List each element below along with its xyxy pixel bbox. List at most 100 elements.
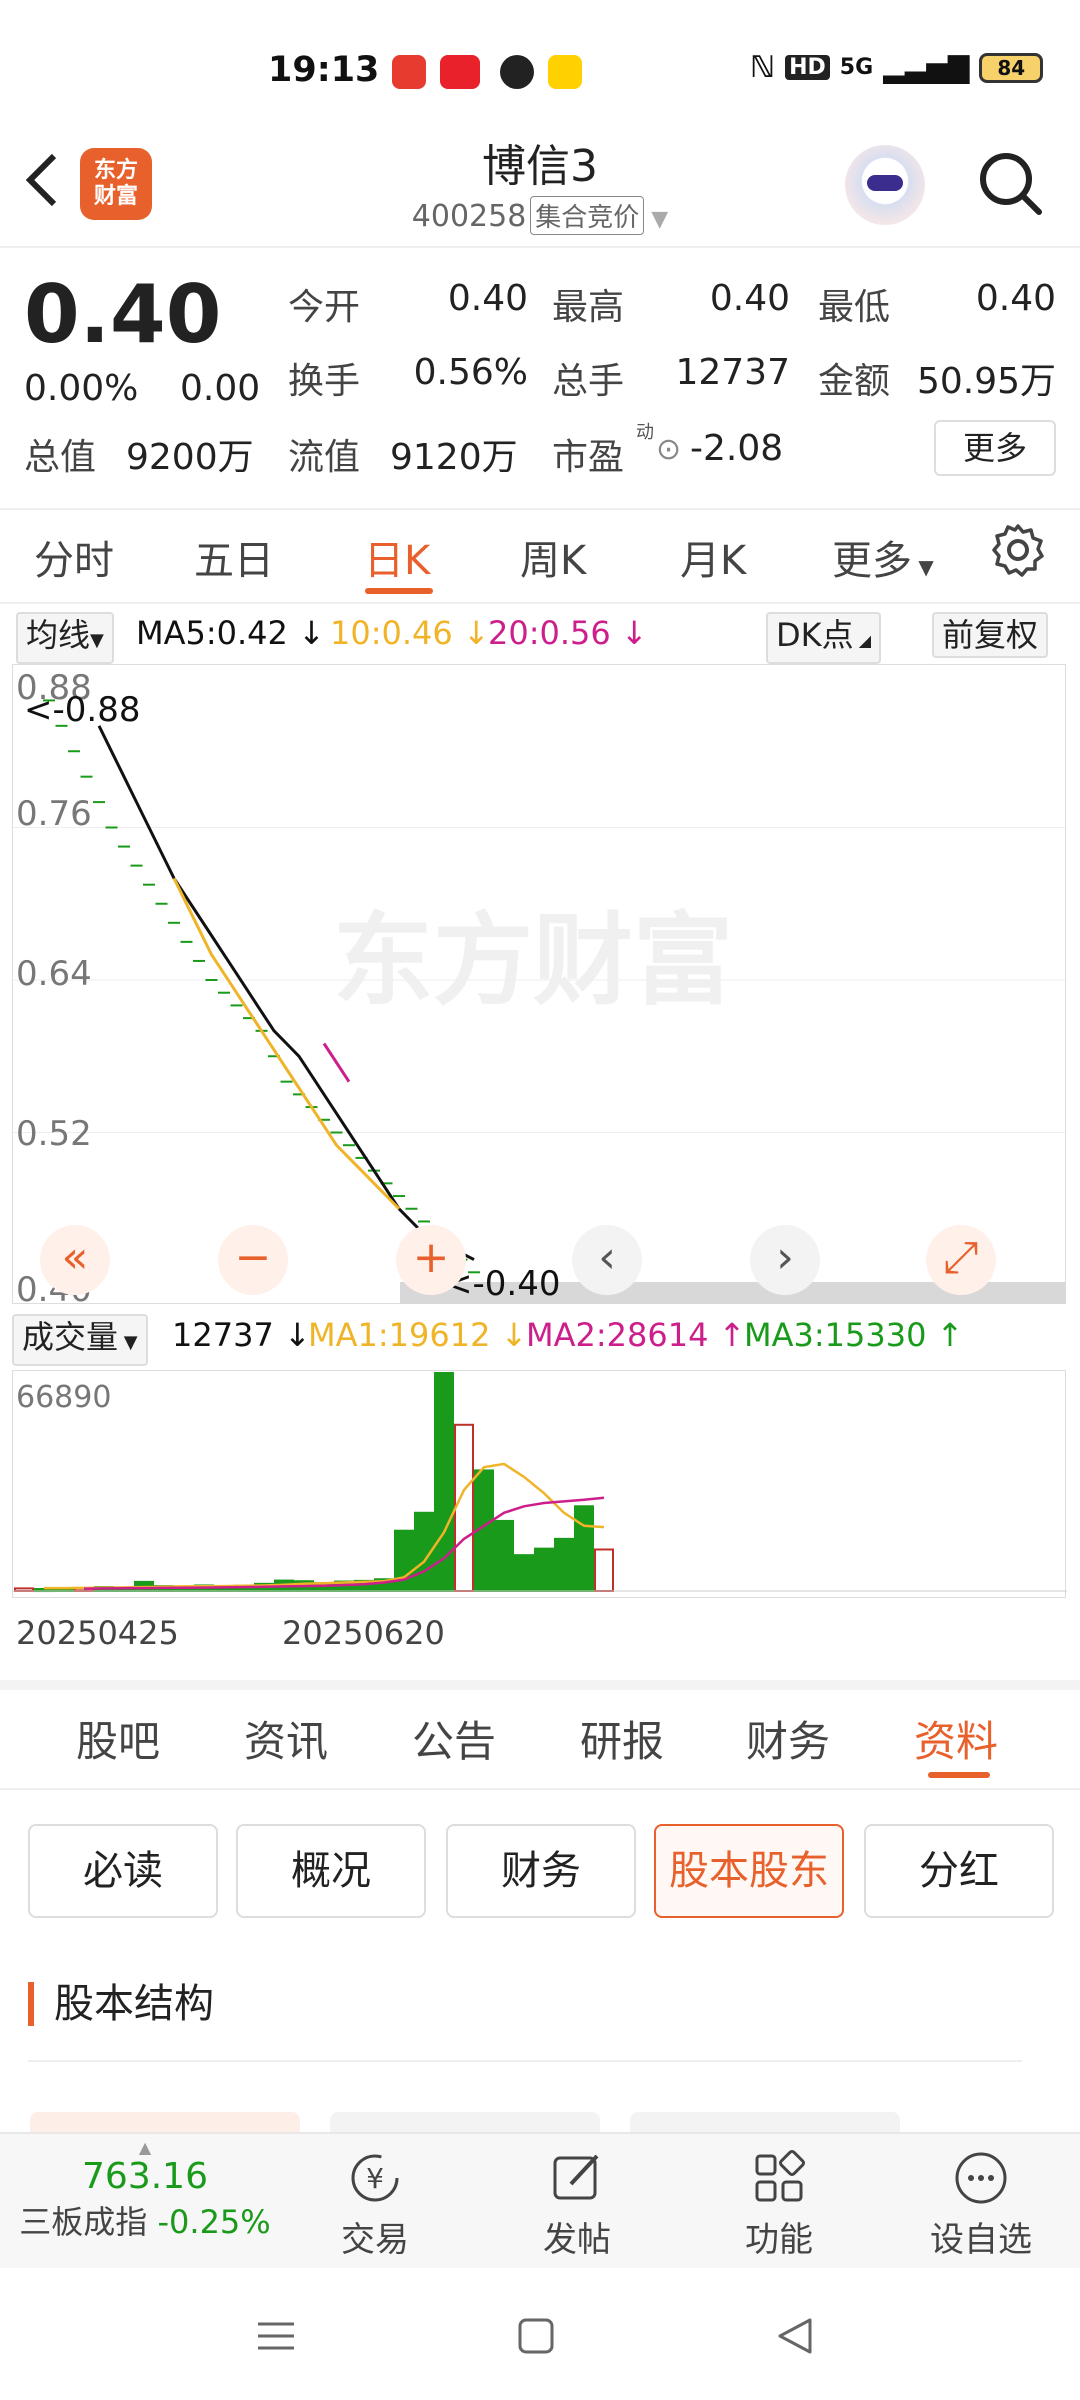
expand-icon: ⤢ <box>943 1232 979 1283</box>
eastmoney-logo[interactable]: 东方 财富 <box>80 148 152 220</box>
post-button[interactable]: 发帖 <box>512 2140 642 2261</box>
total-value: 9200万 <box>126 437 254 478</box>
double-left-icon: « <box>61 1232 89 1283</box>
vol-now-label: 12737 ↓ <box>172 1316 311 1354</box>
tab-more[interactable]: 更多 ▼ <box>832 528 934 586</box>
ma20-label: 20:0.56 ↓ <box>488 614 648 652</box>
zoom-in-button[interactable]: + <box>396 1225 466 1295</box>
turnover-label: 换手 <box>288 361 361 402</box>
status-right: ℕ HD 5G ▂▃▅▇ 84 <box>750 50 1044 85</box>
stock-title: 博信3 <box>482 141 598 192</box>
ma-selector-label: 均线 <box>26 616 91 654</box>
volume-max-label: 66890 <box>16 1380 112 1415</box>
total-value-label: 总值 <box>24 437 97 478</box>
caret-down-icon: ▼ <box>118 1332 138 1353</box>
tab-guba[interactable]: 股吧 <box>76 1708 160 1769</box>
more-quote-button[interactable]: 更多 <box>934 420 1056 476</box>
trade-button[interactable]: ¥ 交易 <box>310 2140 440 2261</box>
caret-up-icon: ▲ <box>138 2138 152 2157</box>
dk-point-button[interactable]: DK点 ◢ <box>766 612 882 664</box>
vol-now-value: 12737 <box>172 1316 274 1354</box>
tab-monthly-k[interactable]: 月K <box>680 528 746 586</box>
info-circle-icon[interactable]: ⊙ <box>656 432 681 467</box>
tab-profile[interactable]: 资料 <box>914 1708 998 1769</box>
tab-announcements[interactable]: 公告 <box>412 1708 496 1769</box>
volume-chart[interactable] <box>12 1370 1067 1598</box>
back-button[interactable] <box>20 148 70 218</box>
video-app-icon <box>392 55 426 89</box>
overview-button[interactable]: 概况 <box>236 1824 426 1918</box>
stock-code-line[interactable]: 400258 集合竞价 ▼ <box>340 196 740 235</box>
amount-label: 金额 <box>818 361 891 402</box>
y-tick-1: 0.76 <box>16 794 92 834</box>
card-tab-3 <box>630 2112 900 2132</box>
volume-bar <box>594 1548 614 1593</box>
logo-text-2: 财富 <box>93 184 138 209</box>
chevron-left-icon <box>25 153 57 207</box>
stock-code: 400258 <box>411 199 527 234</box>
add-watchlist-button[interactable]: 设自选 <box>916 2140 1046 2261</box>
tab-five-day[interactable]: 五日 <box>194 528 274 586</box>
y-tick-2: 0.64 <box>16 954 92 994</box>
fullscreen-button[interactable]: ⤢ <box>926 1225 996 1295</box>
nfc-icon: ℕ <box>750 50 776 85</box>
plus-icon: + <box>412 1232 450 1283</box>
yuan-icon: ¥ <box>351 2154 399 2202</box>
adjust-button[interactable]: 前复权 <box>932 612 1049 658</box>
index-value: 763.16 <box>82 2156 208 2197</box>
index-ticker[interactable]: ▲ 763.16 三板成指 -0.25% <box>0 2140 290 2243</box>
tab-weekly-k[interactable]: 周K <box>520 528 586 586</box>
finance-button[interactable]: 财务 <box>446 1824 636 1918</box>
back-nav-button[interactable] <box>774 2316 814 2360</box>
dividend-button[interactable]: 分红 <box>864 1824 1054 1918</box>
volume-selector[interactable]: 成交量 ▼ <box>12 1314 148 1366</box>
volume-bar <box>554 1537 574 1593</box>
change-value: 0.00 <box>180 368 261 409</box>
menu-icon <box>258 2322 294 2350</box>
home-nav-button[interactable] <box>516 2316 556 2360</box>
tab-more-label: 更多 <box>832 538 912 584</box>
assistant-robot-icon[interactable] <box>845 145 925 225</box>
ma5-value: MA5:0.42 <box>136 614 288 652</box>
change-pct: 0.00% <box>24 368 139 409</box>
settings-button[interactable] <box>990 522 1046 578</box>
zoom-out-button[interactable]: − <box>218 1225 288 1295</box>
section-gap <box>0 1680 1080 1690</box>
tab-financials[interactable]: 财务 <box>746 1708 830 1769</box>
search-button[interactable] <box>975 148 1045 218</box>
vol-ma3-label: MA3:15330 ↑ <box>744 1316 964 1354</box>
must-read-button[interactable]: 必读 <box>28 1824 218 1918</box>
tab-daily-k[interactable]: 日K <box>364 528 430 586</box>
volume-label: 总手 <box>552 361 625 402</box>
date-end: 20250620 <box>282 1614 445 1652</box>
battery-icon: 84 <box>979 52 1044 83</box>
vol-ma1-value: MA1:19612 <box>308 1316 491 1354</box>
menu-nav-button[interactable] <box>256 2316 296 2360</box>
section-title: 股本结构 <box>28 1982 214 2026</box>
float-value: 9120万 <box>390 437 518 478</box>
k-line-chart[interactable]: 东方财富 <box>12 664 1066 1304</box>
prev-button[interactable]: ‹ <box>572 1225 642 1295</box>
scroll-left-fast-button[interactable]: « <box>40 1225 110 1295</box>
next-button[interactable]: › <box>750 1225 820 1295</box>
status-time: 19:13 <box>268 50 380 90</box>
ma-selector[interactable]: 均线▼ <box>16 612 114 664</box>
index-line: 三板成指 -0.25% <box>0 2197 290 2243</box>
low-value: 0.40 <box>975 278 1056 319</box>
post-label: 发帖 <box>543 2220 611 2260</box>
pe-value: -2.08 <box>690 428 784 469</box>
auction-tag: 集合竞价 <box>530 196 645 235</box>
tab-research[interactable]: 研报 <box>580 1708 664 1769</box>
index-change: -0.25% <box>157 2203 271 2241</box>
function-button[interactable]: 功能 <box>714 2140 844 2261</box>
shareholders-button[interactable]: 股本股东 <box>654 1824 844 1918</box>
gear-icon <box>992 524 1044 577</box>
more-circle-icon <box>955 2152 1007 2204</box>
apps-icon <box>755 2150 805 2202</box>
low-label: 最低 <box>818 287 891 328</box>
tab-news[interactable]: 资讯 <box>244 1708 328 1769</box>
tab-intraday[interactable]: 分时 <box>34 528 114 586</box>
watch-label: 设自选 <box>930 2220 1032 2260</box>
ma10-label: 10:0.46 ↓ <box>330 614 490 652</box>
tab-active-indicator <box>365 588 433 594</box>
